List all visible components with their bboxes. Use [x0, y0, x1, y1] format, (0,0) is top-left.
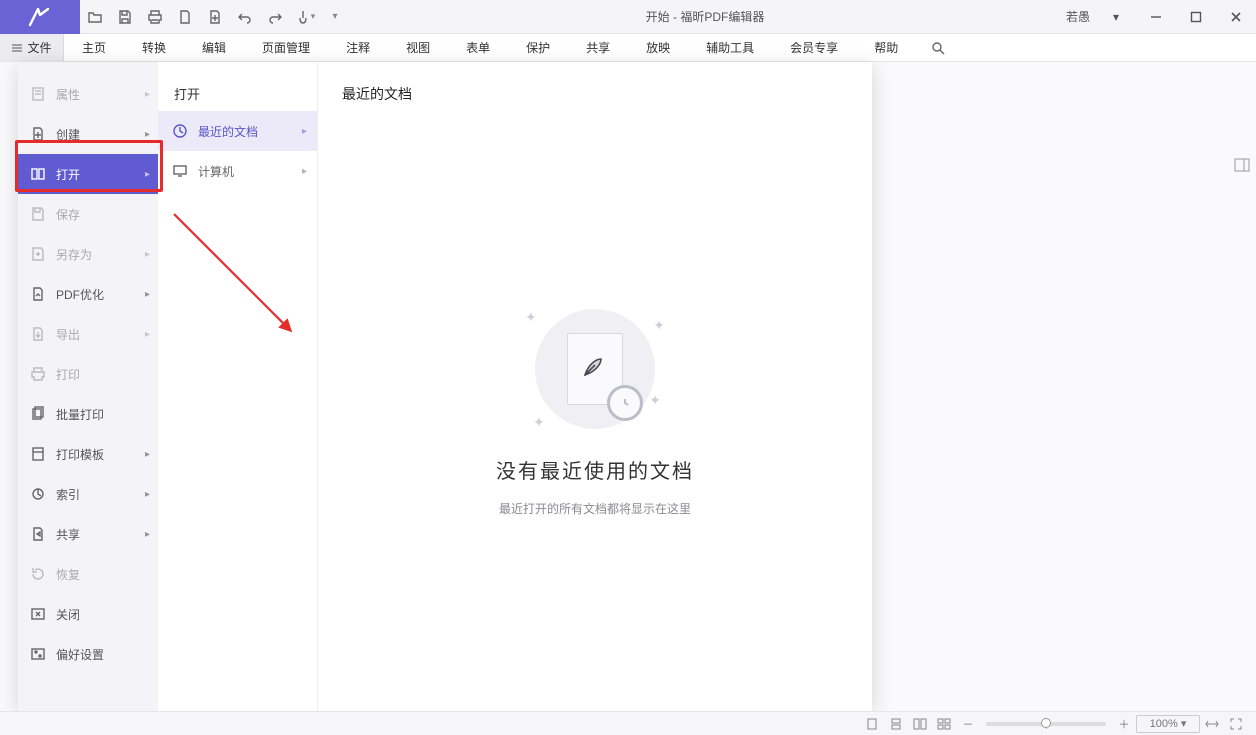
new-page-icon[interactable]: [200, 2, 230, 32]
zoom-in-icon[interactable]: ＋: [1112, 716, 1136, 732]
clock-icon: [607, 385, 643, 421]
empty-state: ✦ ✦ ✦ ✦ 没有最近使用的文档 最近打开的所有文档都将显示在这里: [318, 104, 872, 712]
ribbon-tab-help[interactable]: 帮助: [856, 34, 916, 61]
open-subpanel-title: 打开: [158, 62, 317, 111]
redo-icon[interactable]: [260, 2, 290, 32]
close-button[interactable]: [1216, 2, 1256, 32]
view-facing-cont-icon[interactable]: [932, 718, 956, 730]
feather-icon: [581, 355, 605, 379]
ribbon-tab-view[interactable]: 视图: [388, 34, 448, 61]
user-name[interactable]: 若愚: [1060, 8, 1096, 25]
empty-sub: 最近打开的所有文档都将显示在这里: [499, 500, 691, 517]
bs-item-restore: 恢复: [18, 554, 158, 594]
file-tab[interactable]: 文件: [0, 34, 64, 61]
zoom-out-icon[interactable]: －: [956, 716, 980, 732]
app-logo: [0, 0, 80, 34]
recent-panel-title: 最近的文档: [318, 62, 872, 104]
zoom-percentage[interactable]: 100% ▾: [1136, 715, 1200, 733]
backstage-nav: 属性▸ 创建▸ 打开▸ 保存 另存为▸ PDF优化▸ 导出▸ 打印: [18, 62, 158, 712]
empty-heading: 没有最近使用的文档: [496, 455, 694, 484]
empty-state-illustration: ✦ ✦ ✦ ✦: [525, 299, 665, 439]
bs-item-open[interactable]: 打开▸: [18, 154, 158, 194]
ribbon-tab-form[interactable]: 表单: [448, 34, 508, 61]
bs-item-optimize[interactable]: PDF优化▸: [18, 274, 158, 314]
fullscreen-icon[interactable]: [1224, 718, 1248, 730]
zoom-slider[interactable]: [986, 722, 1106, 726]
title-right: 福昕PDF编辑器: [680, 10, 764, 24]
bs-item-save: 保存: [18, 194, 158, 234]
window-title: 开始 - 福昕PDF编辑器: [350, 8, 1060, 25]
ribbon-tabs: 文件 主页 转换 编辑 页面管理 注释 视图 表单 保护 共享 放映 辅助工具 …: [0, 34, 1256, 62]
print-icon[interactable]: [140, 2, 170, 32]
ribbon-tab-edit[interactable]: 编辑: [184, 34, 244, 61]
bs-item-print-template[interactable]: 打印模板▸: [18, 434, 158, 474]
bs-item-close[interactable]: 关闭: [18, 594, 158, 634]
window-controls: 若愚 ▾: [1060, 2, 1256, 32]
backstage-panel: 属性▸ 创建▸ 打开▸ 保存 另存为▸ PDF优化▸ 导出▸ 打印: [18, 62, 872, 712]
ribbon-tab-convert[interactable]: 转换: [124, 34, 184, 61]
ribbon-tab-vip[interactable]: 会员专享: [772, 34, 856, 61]
bs-item-save-as: 另存为▸: [18, 234, 158, 274]
minimize-button[interactable]: [1136, 2, 1176, 32]
bs-item-batch-print[interactable]: 批量打印: [18, 394, 158, 434]
bs-item-share[interactable]: 共享▸: [18, 514, 158, 554]
recent-panel: 最近的文档 ✦ ✦ ✦ ✦ 没有最近使用的文档 最近打开的所有文档都将显示在这里: [318, 62, 872, 712]
qat-customize-icon[interactable]: ▾: [320, 2, 350, 32]
ribbon-tab-present[interactable]: 放映: [628, 34, 688, 61]
status-bar: － ＋ 100% ▾: [0, 711, 1256, 735]
bs-item-create[interactable]: 创建▸: [18, 114, 158, 154]
undo-icon[interactable]: [230, 2, 260, 32]
open-sub-computer[interactable]: 计算机▸: [158, 151, 317, 191]
fit-width-icon[interactable]: [1200, 718, 1224, 730]
ribbon-tab-home[interactable]: 主页: [64, 34, 124, 61]
bs-item-index[interactable]: 索引▸: [18, 474, 158, 514]
title-bar: ▾ ▾ 开始 - 福昕PDF编辑器 若愚 ▾: [0, 0, 1256, 34]
quick-access-toolbar: ▾ ▾: [80, 2, 350, 32]
bs-item-export: 导出▸: [18, 314, 158, 354]
collapse-panel-icon[interactable]: [1234, 158, 1250, 172]
ribbon-tab-tools[interactable]: 辅助工具: [688, 34, 772, 61]
touch-mode-icon[interactable]: ▾: [290, 2, 320, 32]
open-subpanel: 打开 最近的文档▸ 计算机▸: [158, 62, 318, 712]
bs-item-print: 打印: [18, 354, 158, 394]
open-sub-recent[interactable]: 最近的文档▸: [158, 111, 317, 151]
ribbon-search-icon[interactable]: [924, 34, 952, 61]
bs-item-properties[interactable]: 属性▸: [18, 74, 158, 114]
view-facing-icon[interactable]: [908, 718, 932, 730]
bs-item-preferences[interactable]: 偏好设置: [18, 634, 158, 674]
ribbon-tab-protect[interactable]: 保护: [508, 34, 568, 61]
page-icon[interactable]: [170, 2, 200, 32]
user-dropdown-icon[interactable]: ▾: [1096, 2, 1136, 32]
file-tab-label: 文件: [27, 39, 51, 56]
ribbon-tab-comment[interactable]: 注释: [328, 34, 388, 61]
ribbon-tab-pages[interactable]: 页面管理: [244, 34, 328, 61]
view-continuous-icon[interactable]: [884, 718, 908, 730]
title-left: 开始: [646, 10, 670, 24]
save-file-icon[interactable]: [110, 2, 140, 32]
maximize-button[interactable]: [1176, 2, 1216, 32]
view-single-icon[interactable]: [860, 718, 884, 730]
open-file-icon[interactable]: [80, 2, 110, 32]
ribbon-tab-share[interactable]: 共享: [568, 34, 628, 61]
